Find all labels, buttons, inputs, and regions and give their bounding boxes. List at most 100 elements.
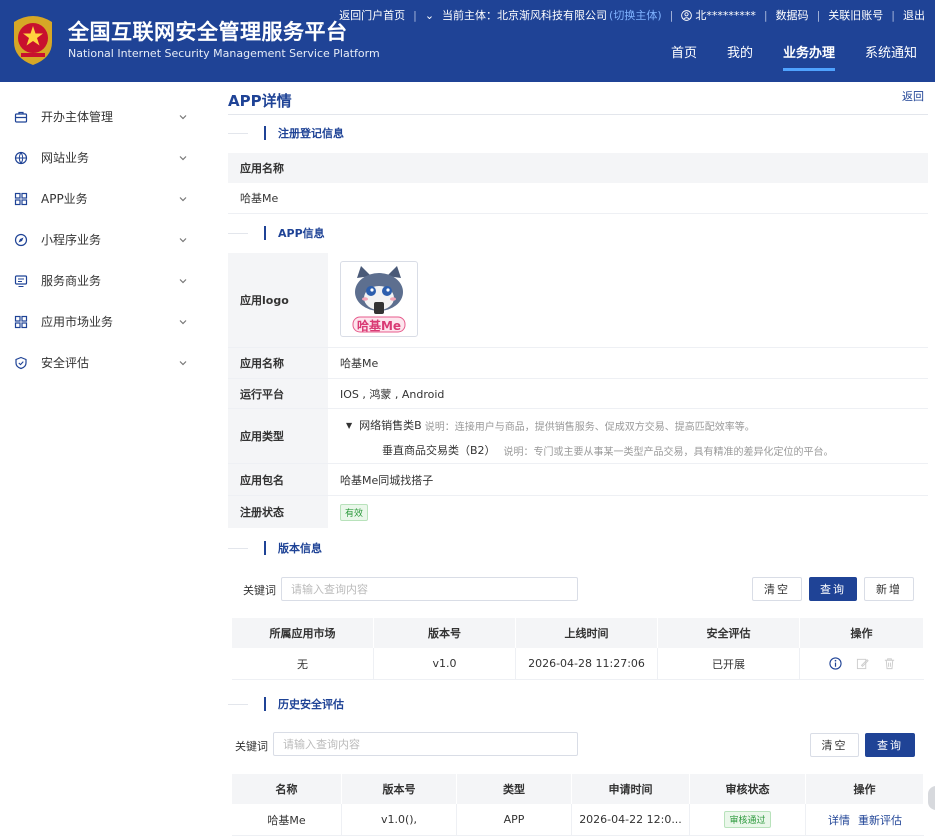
table-header: 名称 版本号 类型 申请时间 审核状态 操作 <box>232 774 924 804</box>
back-link[interactable]: 返回 <box>902 88 924 104</box>
sidebar: 开办主体管理 网站业务 APP业务 小程序业务 服务商业务 应用市场业务 安全评… <box>0 82 204 836</box>
detail-link[interactable]: 详情 <box>828 812 850 828</box>
row-logo: 应用logo 哈基Me <box>228 253 928 348</box>
column-header: 上线时间 <box>516 618 658 648</box>
section-marker <box>264 226 266 240</box>
column-header: 版本号 <box>342 774 457 804</box>
floating-scroll-handle[interactable] <box>928 786 935 810</box>
shield-icon <box>15 356 27 369</box>
field-label: 注册状态 <box>228 496 328 528</box>
portal-home-link[interactable]: 返回门户首页 <box>339 7 405 23</box>
trash-icon[interactable] <box>883 657 896 670</box>
section-app-info: APP信息 <box>228 223 928 243</box>
sidebar-item-label: 网站业务 <box>41 151 90 165</box>
national-emblem-icon <box>14 16 52 65</box>
field-label: 应用名称 <box>228 348 328 378</box>
section-marker <box>264 697 266 711</box>
sidebar-item-label: 开办主体管理 <box>41 110 114 124</box>
globe-icon <box>14 151 28 164</box>
section-registration: 注册登记信息 <box>228 123 928 143</box>
type-sub: 垂直商品交易类（B2） <box>382 444 496 457</box>
row-status: 注册状态 有效 <box>228 496 928 528</box>
cell-version: v1.0 <box>374 648 516 679</box>
link-old-account-link[interactable]: 关联旧账号 <box>828 7 883 23</box>
user-name: 北********* <box>695 9 756 22</box>
keyword-label: 关键词 <box>235 740 268 753</box>
sidebar-item-label: 应用市场业务 <box>41 315 114 329</box>
cell-online-time: 2026-04-28 11:27:06 <box>516 648 658 679</box>
sidebar-item-app[interactable]: APP业务 <box>0 178 204 219</box>
sidebar-item-appmarket[interactable]: 应用市场业务 <box>0 301 204 342</box>
compass-icon <box>14 233 28 246</box>
grid-icon <box>14 192 28 205</box>
versions-table: 所属应用市场 版本号 上线时间 安全评估 操作 无 v1.0 2026-04-2… <box>232 618 924 680</box>
column-header: 审核状态 <box>690 774 806 804</box>
page-title: APP详情 <box>228 92 292 110</box>
history-table: 名称 版本号 类型 申请时间 审核状态 操作 哈基Me v1.0(), APP … <box>232 774 924 836</box>
section-title: APP信息 <box>278 227 325 240</box>
type-main-desc: 说明：连接用户与商品，提供销售服务、促成双方交易、提高匹配效率等。 <box>424 421 755 433</box>
section-title: 版本信息 <box>278 542 322 555</box>
current-entity-label: 当前主体：北京渐风科技有限公司 <box>442 9 608 22</box>
nav-mine[interactable]: 我的 <box>727 42 753 69</box>
info-icon[interactable] <box>828 657 842 670</box>
edit-icon[interactable] <box>856 657 869 670</box>
query-button[interactable]: 查询 <box>865 733 915 757</box>
field-label: 应用类型 <box>228 409 328 463</box>
reassess-link[interactable]: 重新评估 <box>858 812 902 828</box>
divider: | <box>413 8 417 22</box>
cell-version: v1.0(), <box>342 804 457 835</box>
user-icon <box>681 9 693 21</box>
type-sub-desc: 说明：专门或主要从事某一类型产品交易，具有精准的差异化定位的平台。 <box>503 446 834 458</box>
nav-business[interactable]: 业务办理 <box>782 42 835 71</box>
query-button[interactable]: 查询 <box>809 577 857 601</box>
main-nav: 首页 我的 业务办理 系统通知 <box>641 42 917 71</box>
field-value: 哈基Me同城找搭子 <box>340 473 434 487</box>
section-line <box>228 133 248 134</box>
row-app-name: 应用名称 哈基Me <box>228 348 928 379</box>
clear-button[interactable]: 清空 <box>752 577 802 601</box>
sidebar-item-provider[interactable]: 服务商业务 <box>0 260 204 301</box>
row-package: 应用包名 哈基Me同城找搭子 <box>228 464 928 496</box>
column-header: 操作 <box>806 774 924 804</box>
version-search-input[interactable]: 请输入查询内容 <box>281 577 578 601</box>
cell-name: 哈基Me <box>232 804 342 835</box>
top-utility-bar: 返回门户首页 | ⌄ 当前主体：北京渐风科技有限公司 (切换主体) | 北***… <box>339 7 925 23</box>
status-badge: 有效 <box>340 503 369 521</box>
sidebar-item-security[interactable]: 安全评估 <box>0 342 204 383</box>
site-subtitle: National Internet Security Management Se… <box>68 47 380 60</box>
field-label: 应用名称 <box>228 153 928 183</box>
field-value: 哈基Me <box>340 357 379 370</box>
section-line <box>228 704 248 705</box>
sidebar-item-miniprogram[interactable]: 小程序业务 <box>0 219 204 260</box>
cell-actions <box>800 648 924 679</box>
chevron-down-icon <box>179 360 187 365</box>
row-platform: 运行平台 IOS , 鸿蒙 , Android <box>228 379 928 409</box>
sidebar-item-entity[interactable]: 开办主体管理 <box>0 96 204 137</box>
user-menu[interactable]: 北********* <box>681 7 756 23</box>
column-header: 安全评估 <box>658 618 800 648</box>
sidebar-item-website[interactable]: 网站业务 <box>0 137 204 178</box>
sidebar-item-label: 安全评估 <box>41 356 90 370</box>
section-title: 注册登记信息 <box>278 127 344 140</box>
status-badge: 审核通过 <box>724 811 771 828</box>
type-main-node[interactable]: ▼ 网络销售类B 说明：连接用户与商品，提供销售服务、促成双方交易、提高匹配效率… <box>346 417 834 433</box>
nav-notifications[interactable]: 系统通知 <box>865 42 917 69</box>
column-header: 版本号 <box>374 618 516 648</box>
sidebar-item-label: 服务商业务 <box>41 274 102 288</box>
nav-home[interactable]: 首页 <box>671 42 697 69</box>
switch-entity-link[interactable]: (切换主体) <box>609 7 662 23</box>
clear-button[interactable]: 清空 <box>810 733 859 757</box>
cell-status: 审核通过 <box>690 804 806 835</box>
keyword-label: 关键词 <box>243 584 276 597</box>
chevron-down-icon[interactable]: ⌄ <box>425 9 434 22</box>
chevron-down-icon <box>179 196 187 201</box>
chevron-down-icon <box>179 319 187 324</box>
data-code-link[interactable]: 数据码 <box>776 7 809 23</box>
logout-link[interactable]: 退出 <box>903 7 925 23</box>
column-header: 申请时间 <box>572 774 690 804</box>
add-button[interactable]: 新增 <box>864 577 914 601</box>
history-search-input[interactable]: 请输入查询内容 <box>273 732 578 756</box>
table-header: 所属应用市场 版本号 上线时间 安全评估 操作 <box>232 618 924 648</box>
cell-market: 无 <box>232 648 374 679</box>
